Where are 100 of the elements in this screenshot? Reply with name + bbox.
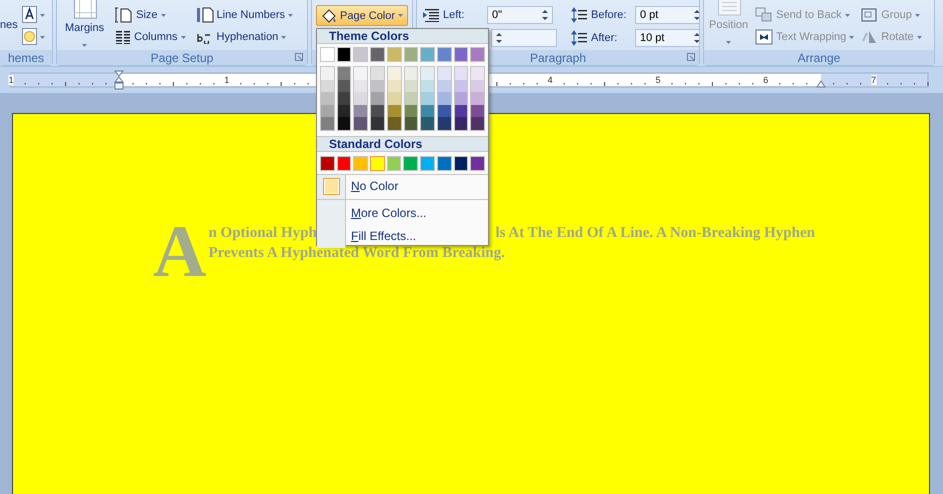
color-swatch[interactable] <box>404 80 418 92</box>
color-swatch[interactable] <box>404 104 418 118</box>
color-swatch[interactable] <box>321 92 334 105</box>
color-swatch[interactable] <box>338 104 350 118</box>
line-spacing-icon <box>571 7 587 23</box>
color-swatch[interactable] <box>354 104 368 118</box>
caret-icon <box>844 14 850 16</box>
color-swatch[interactable] <box>438 67 451 80</box>
color-swatch[interactable] <box>338 48 350 61</box>
right-indent-icon[interactable] <box>816 80 826 88</box>
ribbon-menu-button[interactable]: Hyphenation <box>194 28 294 46</box>
spin-arrows-icon[interactable] <box>542 9 548 21</box>
color-swatch[interactable] <box>471 67 484 80</box>
color-swatch[interactable] <box>454 92 468 105</box>
color-swatch[interactable] <box>371 156 384 170</box>
color-swatch[interactable] <box>338 156 350 170</box>
color-swatch[interactable] <box>438 104 451 118</box>
color-swatch[interactable] <box>354 92 368 105</box>
menu-item[interactable]: More Colors... <box>317 202 488 225</box>
color-swatch[interactable] <box>471 48 484 61</box>
menu-item[interactable]: No Color <box>317 174 488 198</box>
margins-button[interactable]: Margins <box>63 0 106 50</box>
color-swatch[interactable] <box>388 67 401 80</box>
color-swatch[interactable] <box>421 92 434 105</box>
color-swatch[interactable] <box>371 48 384 61</box>
color-swatch[interactable] <box>404 48 418 61</box>
color-swatch[interactable] <box>321 104 334 118</box>
color-swatch[interactable] <box>338 117 350 130</box>
color-swatch[interactable] <box>471 117 484 130</box>
color-swatch[interactable] <box>321 48 334 61</box>
color-swatch[interactable] <box>454 117 468 130</box>
color-swatch[interactable] <box>404 92 418 105</box>
color-swatch[interactable] <box>471 80 484 92</box>
color-swatch[interactable] <box>454 104 468 118</box>
color-swatch[interactable] <box>371 80 384 92</box>
color-swatch[interactable] <box>321 67 334 80</box>
themes-button[interactable]: nes <box>0 16 18 34</box>
spin-arrows-icon[interactable] <box>496 32 502 44</box>
color-swatch[interactable] <box>454 67 468 80</box>
color-swatch[interactable] <box>438 117 451 130</box>
paragraph-text: n Optional Hyph <box>208 224 317 242</box>
color-swatch[interactable] <box>321 156 334 170</box>
page-color-button[interactable]: Page Color <box>316 5 408 26</box>
color-swatch[interactable] <box>354 67 368 80</box>
color-swatch[interactable] <box>371 104 384 118</box>
color-swatch[interactable] <box>421 80 434 92</box>
menu-heading: Theme Colors <box>329 29 410 43</box>
no-color-icon <box>323 178 340 195</box>
color-swatch[interactable] <box>388 117 401 130</box>
color-swatch[interactable] <box>338 80 350 92</box>
color-swatch[interactable] <box>438 156 451 170</box>
theme-fonts-icon[interactable] <box>22 6 46 24</box>
color-swatch[interactable] <box>404 156 418 170</box>
color-swatch[interactable] <box>388 156 400 170</box>
color-swatch[interactable] <box>338 92 350 105</box>
ribbon-menu-button[interactable]: Columns <box>114 28 187 46</box>
color-swatch[interactable] <box>421 156 434 170</box>
color-swatch[interactable] <box>354 117 368 130</box>
color-swatch[interactable] <box>404 117 418 130</box>
color-swatch[interactable] <box>404 67 418 80</box>
color-swatch[interactable] <box>421 48 434 61</box>
color-swatch[interactable] <box>438 80 451 92</box>
color-swatch[interactable] <box>388 48 401 61</box>
color-swatch[interactable] <box>438 48 451 61</box>
color-swatch[interactable] <box>338 67 350 80</box>
color-swatch[interactable] <box>454 48 468 61</box>
color-swatch[interactable] <box>388 92 401 105</box>
ribbon-menu-button[interactable]: Size <box>114 6 187 24</box>
color-swatch[interactable] <box>388 104 401 118</box>
color-swatch[interactable] <box>321 80 334 92</box>
caret-icon <box>160 14 166 16</box>
color-swatch[interactable] <box>321 117 334 130</box>
color-swatch[interactable] <box>471 92 484 105</box>
color-swatch[interactable] <box>354 48 368 61</box>
field-label: After: <box>591 32 618 44</box>
color-swatch[interactable] <box>371 92 384 105</box>
indent-marker-icon[interactable] <box>114 70 124 90</box>
color-swatch[interactable] <box>354 80 368 92</box>
color-swatch[interactable] <box>421 117 434 130</box>
ruler-number: 6 <box>763 75 768 85</box>
ribbon-menu-button[interactable]: Line Numbers <box>194 6 294 24</box>
dialog-launcher-icon[interactable] <box>295 53 303 61</box>
dialog-launcher-icon[interactable] <box>687 53 695 61</box>
color-swatch[interactable] <box>371 67 384 80</box>
spacing-spinner[interactable]: 0 pt <box>635 6 699 24</box>
color-swatch[interactable] <box>454 156 468 170</box>
color-swatch[interactable] <box>388 80 401 92</box>
color-swatch[interactable] <box>371 117 384 130</box>
spin-arrows-icon[interactable] <box>694 9 699 21</box>
caret-icon <box>180 36 186 38</box>
color-swatch[interactable] <box>421 67 434 80</box>
color-swatch[interactable] <box>471 104 484 118</box>
color-swatch[interactable] <box>354 156 368 170</box>
indent-left-spinner[interactable]: 0" <box>487 6 553 24</box>
spin-arrows-icon[interactable] <box>694 32 699 44</box>
spacing-spinner[interactable]: 10 pt <box>635 29 699 47</box>
color-swatch[interactable] <box>454 80 468 92</box>
color-swatch[interactable] <box>421 104 434 118</box>
color-swatch[interactable] <box>471 156 484 170</box>
color-swatch[interactable] <box>438 92 451 105</box>
